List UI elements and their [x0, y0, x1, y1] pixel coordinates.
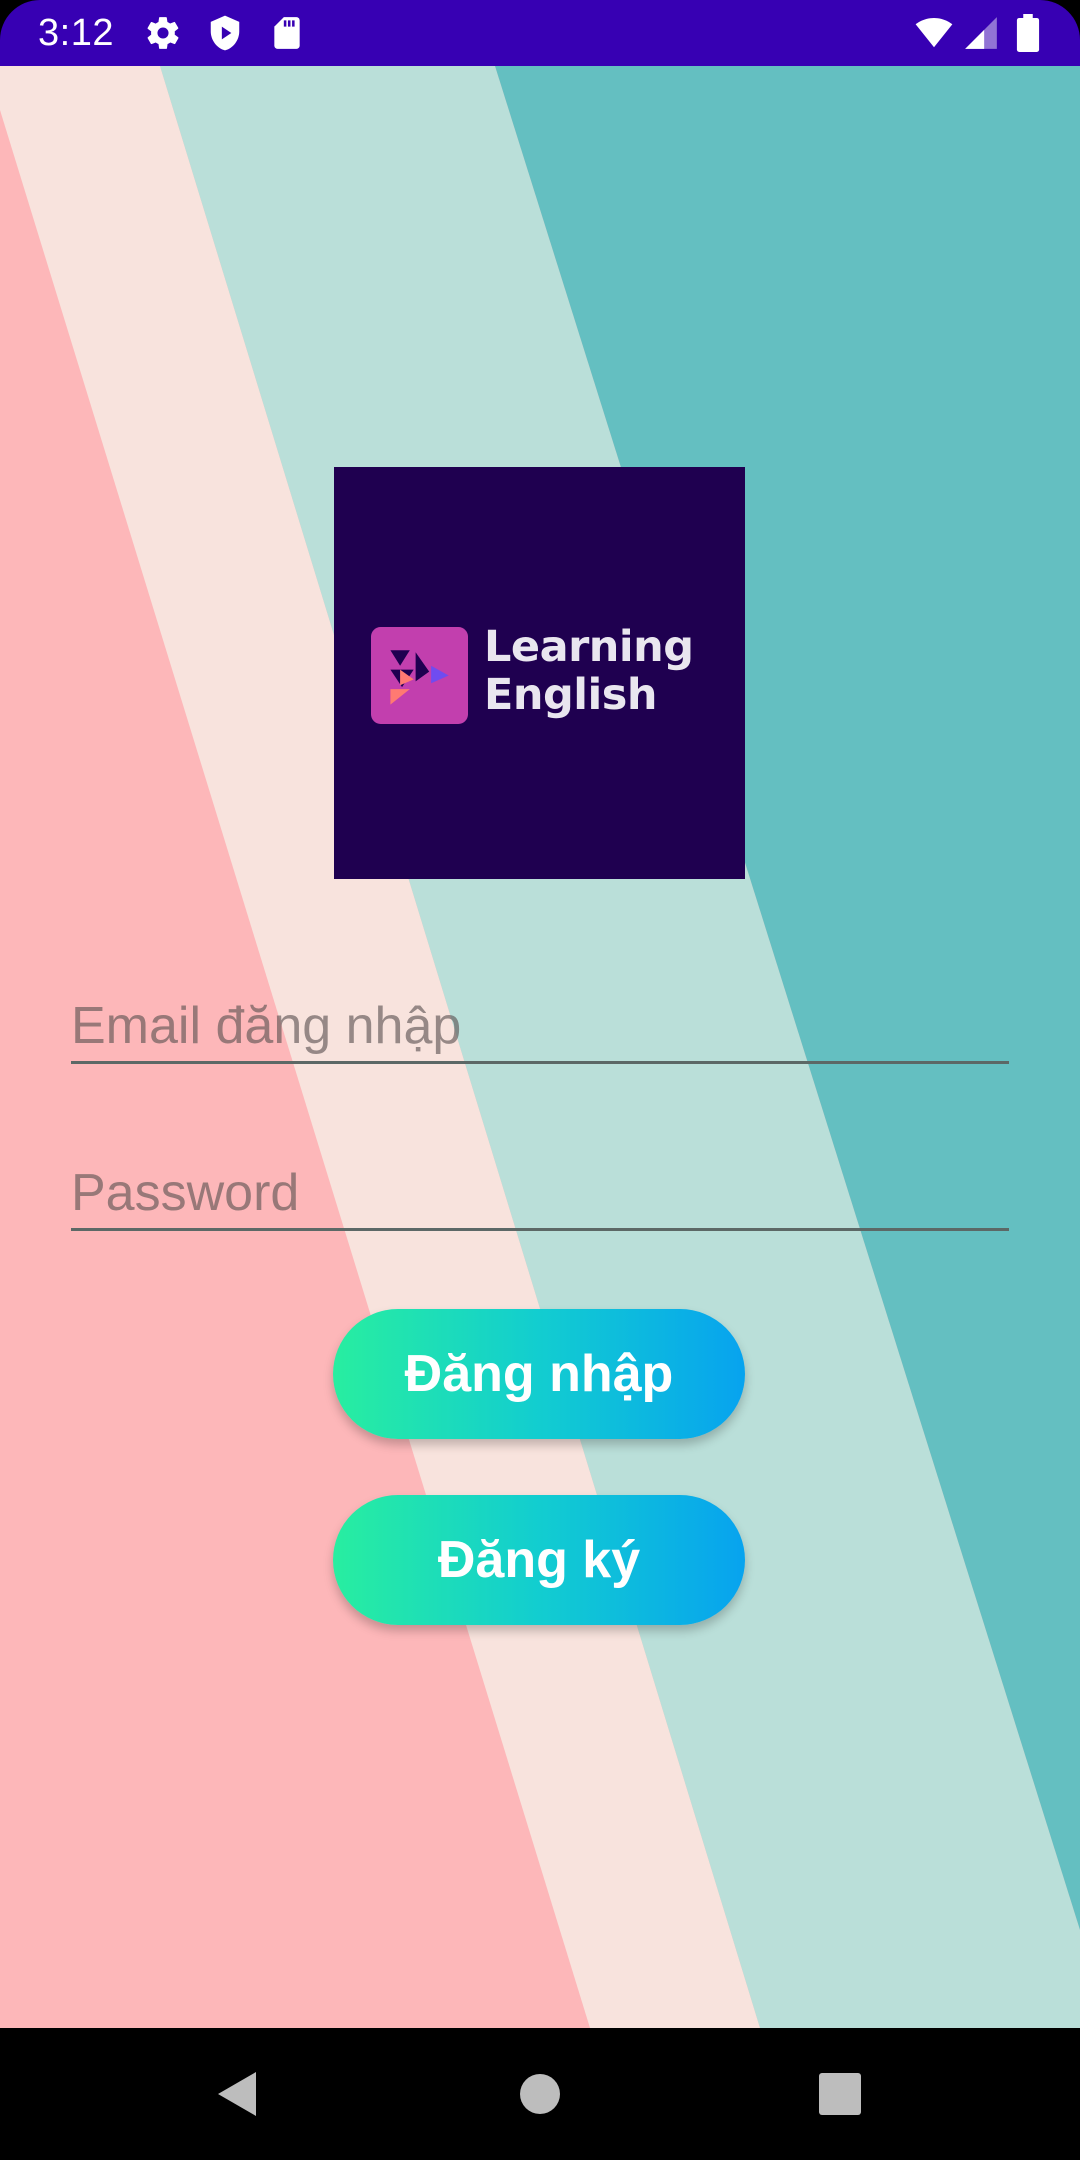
password-field-container: [71, 1158, 1009, 1231]
password-field[interactable]: [71, 1158, 1009, 1228]
sd-card-icon: [268, 14, 306, 52]
app-logo: Learning English: [334, 467, 745, 879]
register-button[interactable]: Đăng ký: [333, 1495, 745, 1625]
email-field-container: [71, 991, 1009, 1064]
login-button[interactable]: Đăng nhập: [333, 1309, 745, 1439]
navigation-bar: [0, 2028, 1080, 2160]
email-field[interactable]: [71, 991, 1009, 1061]
wifi-icon: [914, 14, 954, 52]
shield-play-icon: [206, 14, 244, 52]
recents-icon[interactable]: [812, 2066, 868, 2122]
status-time: 3:12: [38, 12, 114, 54]
logo-text: Learning English: [484, 623, 694, 719]
gear-icon: [144, 14, 182, 52]
status-bar: 3:12: [0, 0, 1080, 66]
back-icon[interactable]: [212, 2066, 268, 2122]
logo-play-icon: [371, 627, 468, 724]
home-icon[interactable]: [512, 2066, 568, 2122]
battery-icon: [1014, 14, 1042, 52]
login-screen: 3:12 Learning English Email đăng nhập Đă…: [0, 0, 1080, 2160]
logo-line1: Learning: [484, 622, 694, 672]
signal-icon: [962, 14, 1000, 52]
logo-line2: English: [484, 670, 657, 720]
